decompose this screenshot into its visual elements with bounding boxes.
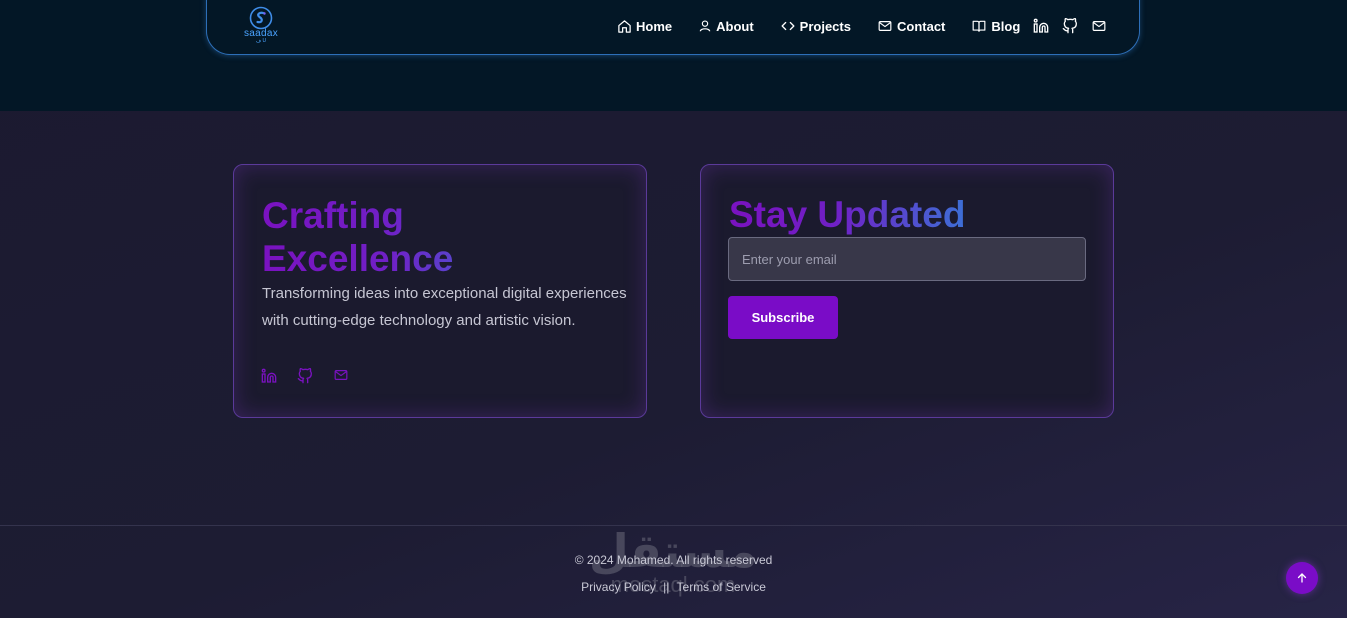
nav-blog-link[interactable]: Blog	[971, 19, 1020, 34]
page: saadax ف U Home About Projects Contact B…	[0, 0, 1347, 618]
arrow-up-icon	[1297, 573, 1307, 583]
logo-mark-icon	[249, 6, 273, 30]
footer-copyright: © 2024 Mohamed. All rights reserved	[574, 553, 773, 567]
logo-subtext: ف U	[255, 38, 267, 44]
github-icon	[297, 368, 312, 384]
nav-projects-link[interactable]: Projects	[780, 19, 851, 34]
nav-about-label: About	[716, 18, 754, 34]
linkedin-icon	[261, 368, 277, 383]
newsletter-title: Stay Updated	[729, 194, 966, 235]
book-icon	[972, 20, 986, 32]
hero-card: Crafting Excellence Transforming ideas i…	[233, 164, 647, 418]
footer-separator: ||	[663, 580, 670, 594]
main-nav: Home About Projects Contact Blog	[617, 17, 1120, 35]
hero-description: Transforming ideas into exceptional digi…	[262, 285, 627, 329]
mail-icon	[334, 370, 348, 380]
hero-github-link[interactable]	[297, 368, 313, 384]
terms-of-service-link[interactable]: Terms of Service	[677, 580, 766, 594]
hero-title: Crafting Excellence	[262, 194, 542, 280]
user-icon	[699, 20, 711, 32]
nav-contact-link[interactable]: Contact	[877, 19, 945, 34]
footer-links: Privacy Policy || Terms of Service	[0, 580, 1347, 594]
github-icon	[1062, 18, 1078, 34]
code-icon	[781, 21, 795, 31]
privacy-policy-link[interactable]: Privacy Policy	[581, 580, 656, 594]
hero-title-line1: Crafting	[262, 194, 542, 237]
logo[interactable]: saadax ف U	[240, 6, 282, 46]
home-icon	[618, 19, 631, 33]
nav-home-label: Home	[636, 18, 673, 34]
nav-linkedin-link[interactable]	[1033, 18, 1049, 34]
linkedin-icon	[1033, 18, 1049, 33]
scroll-to-top-button[interactable]	[1286, 562, 1318, 594]
newsletter-card: Stay Updated Subscribe	[700, 164, 1114, 418]
nav-email-link[interactable]	[1091, 19, 1107, 33]
subscribe-button[interactable]: Subscribe	[728, 296, 838, 339]
nav-github-link[interactable]	[1062, 18, 1078, 34]
mail-icon	[878, 21, 892, 31]
nav-home-link[interactable]: Home	[617, 19, 672, 34]
mail-icon	[1092, 21, 1106, 31]
watermark-arabic: مستقل	[588, 524, 758, 578]
hero-email-link[interactable]	[333, 368, 349, 384]
nav-projects-label: Projects	[799, 18, 851, 34]
hero-linkedin-link[interactable]	[261, 368, 277, 384]
footer-divider	[0, 525, 1347, 526]
hero-social-links	[261, 368, 369, 384]
hero-title-line2: Excellence	[262, 237, 542, 280]
nav-contact-label: Contact	[896, 18, 946, 34]
email-input[interactable]	[728, 237, 1086, 281]
nav-about-link[interactable]: About	[698, 19, 754, 34]
nav-blog-label: Blog	[991, 18, 1021, 34]
